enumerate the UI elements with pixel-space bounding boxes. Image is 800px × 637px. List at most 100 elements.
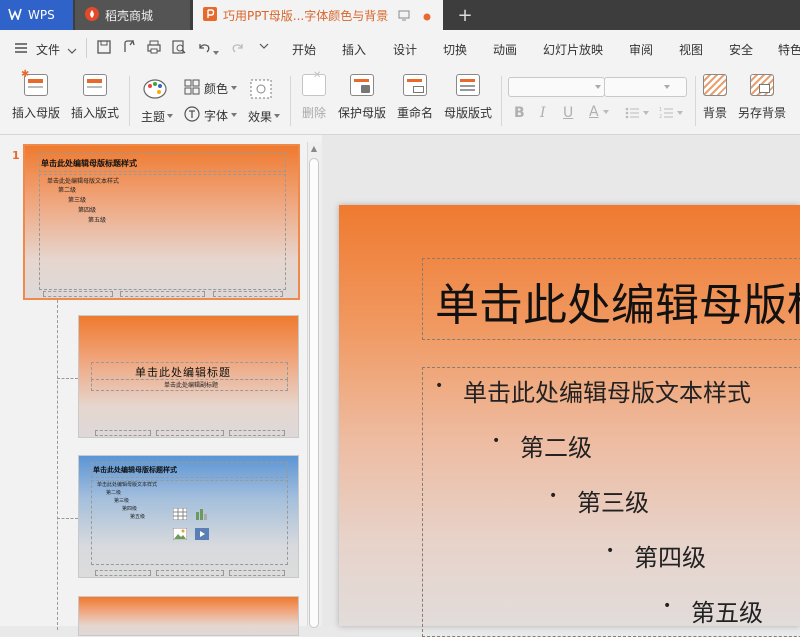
thumb-footer-text (156, 570, 224, 576)
chart-icon (195, 508, 209, 523)
divider (129, 76, 130, 126)
master-layout-button[interactable]: 母版版式 (444, 74, 492, 121)
delete-icon: ✕ (302, 70, 326, 96)
insert-master-button[interactable]: ✱ 插入母版 (12, 69, 60, 121)
rename-icon (403, 74, 427, 96)
font-t-icon (184, 106, 200, 125)
master-thumbnail[interactable]: 单击此处编辑母版标题样式 单击此处编辑母版文本样式 第二级 第三级 第四级 第五… (23, 144, 300, 300)
insert-layout-icon (83, 74, 107, 96)
scrollbar-thumb[interactable] (309, 158, 319, 628)
theme-dropdown[interactable]: 主题 (141, 108, 174, 125)
print-icon[interactable] (146, 40, 162, 56)
undo-dropdown-icon[interactable] (213, 45, 219, 59)
underline-button[interactable]: U (563, 105, 573, 121)
theme-button[interactable] (142, 78, 168, 103)
menu-file[interactable]: 文件 (36, 41, 60, 58)
menu-design[interactable]: 设计 (393, 41, 417, 58)
menu-review[interactable]: 审阅 (629, 41, 653, 58)
svg-text:2: 2 (659, 114, 662, 120)
color-button[interactable]: 颜色 (184, 79, 238, 98)
font-color-label: A (589, 104, 599, 120)
thumb-footer-date (95, 430, 151, 436)
ribbon: ✱ 插入母版 插入版式 主题 颜色 字体 效果 ✕ 删除 保护母版 重命名 母版… (0, 68, 800, 135)
rename-button[interactable]: 重命名 (397, 74, 433, 121)
protect-master-button[interactable]: 保护母版 (338, 74, 386, 121)
numbered-list-icon[interactable]: 12 (659, 106, 685, 120)
title-placeholder[interactable]: 单击此处编辑母版标题样式 (422, 258, 800, 340)
thumb-master-title: 单击此处编辑母版标题样式 (41, 159, 137, 168)
menu-insert[interactable]: 插入 (342, 41, 366, 58)
effect-label: 效果 (248, 110, 273, 124)
font-family-select[interactable] (508, 77, 605, 97)
save-background-button[interactable]: 另存背景 (738, 74, 786, 121)
thumb-content-level-3: 第三级 (114, 498, 130, 504)
export-icon[interactable] (121, 39, 137, 56)
thumb-content-level-5: 第五级 (130, 514, 146, 520)
insert-master-icon: ✱ (21, 69, 48, 96)
protect-master-label: 保护母版 (338, 106, 387, 120)
bullet-list-icon[interactable] (625, 106, 651, 120)
delete-button[interactable]: ✕ 删除 (302, 70, 326, 121)
tab-bar: WPS 稻壳商城 巧用PPT母版...字体颜色与背景 + (0, 0, 800, 30)
menu-slideshow[interactable]: 幻灯片放映 (543, 41, 603, 58)
effect-dropdown[interactable]: 效果 (248, 108, 281, 125)
theme-label: 主题 (141, 110, 166, 124)
menu-transition[interactable]: 切换 (443, 41, 467, 58)
menu-view[interactable]: 视图 (679, 41, 703, 58)
title-layout-thumbnail[interactable]: 单击此处编辑标题 单击此处编辑副标题 (78, 315, 299, 438)
thumb-footer-date (95, 570, 151, 576)
thumb-level-3: 第三级 (68, 197, 87, 204)
thumb-content-text: 单击此处编辑母版文本样式 (97, 482, 158, 488)
menu-security[interactable]: 安全 (729, 41, 753, 58)
insert-layout-button[interactable]: 插入版式 (71, 74, 119, 121)
divider (290, 76, 291, 126)
tree-connector (57, 518, 78, 519)
thumb-footer-number (229, 570, 285, 576)
tab-document[interactable]: 巧用PPT母版...字体颜色与背景 (193, 0, 443, 30)
font-button[interactable]: 字体 (184, 106, 238, 125)
chevron-down-icon[interactable] (67, 44, 77, 58)
tab-store[interactable]: 稻壳商城 (75, 0, 190, 30)
scroll-up-icon[interactable]: ▲ (309, 144, 319, 154)
font-size-select[interactable] (604, 77, 687, 97)
master-layout-icon (456, 74, 480, 96)
bold-button[interactable]: B (514, 105, 525, 121)
save-icon[interactable] (96, 40, 112, 56)
italic-button[interactable]: I (540, 105, 546, 121)
customize-dropdown-icon[interactable] (256, 40, 272, 56)
slide-level-3: 第三级 (577, 489, 649, 517)
tab-store-label: 稻壳商城 (105, 8, 154, 23)
print-preview-icon[interactable] (171, 40, 187, 56)
font-color-button[interactable]: A (589, 104, 609, 120)
divider (86, 38, 87, 58)
hamburger-icon[interactable] (14, 42, 28, 57)
tab-wps[interactable]: WPS (0, 0, 73, 30)
table-icon (172, 507, 188, 523)
plus-icon: + (457, 4, 473, 26)
background-icon (703, 74, 727, 96)
background-button[interactable]: 背景 (703, 74, 727, 121)
thumb-layout-title: 单击此处编辑标题 (135, 366, 231, 379)
master-layout-label: 母版版式 (444, 106, 493, 120)
slide-number: 1 (12, 149, 20, 162)
background-label: 背景 (703, 106, 728, 120)
body-placeholder[interactable]: • 单击此处编辑母版文本样式 • 第二级 • 第三级 • 第四级 • 第五级 (422, 367, 800, 637)
menu-animation[interactable]: 动画 (493, 41, 517, 58)
bullet-icon: • (663, 598, 672, 614)
effect-button[interactable] (248, 78, 274, 103)
undo-icon[interactable] (196, 40, 212, 56)
window-restore-icon[interactable] (398, 9, 410, 24)
thumb-content-level-2: 第二级 (106, 490, 122, 496)
rename-label: 重命名 (397, 106, 434, 120)
save-background-icon (750, 74, 774, 96)
menu-features[interactable]: 特色 (778, 41, 800, 58)
wps-logo-icon (8, 8, 22, 23)
bullet-icon: • (549, 488, 558, 504)
content-layout-thumbnail[interactable]: 单击此处编辑母版标题样式 单击此处编辑母版文本样式 第二级 第三级 第四级 第五… (78, 455, 299, 578)
menu-home[interactable]: 开始 (292, 41, 316, 58)
new-tab-button[interactable]: + (450, 0, 480, 30)
thumb-footer-text (156, 430, 224, 436)
save-background-label: 另存背景 (738, 106, 787, 120)
layout-thumbnail-4[interactable] (78, 596, 299, 636)
bullet-icon: • (606, 543, 615, 559)
